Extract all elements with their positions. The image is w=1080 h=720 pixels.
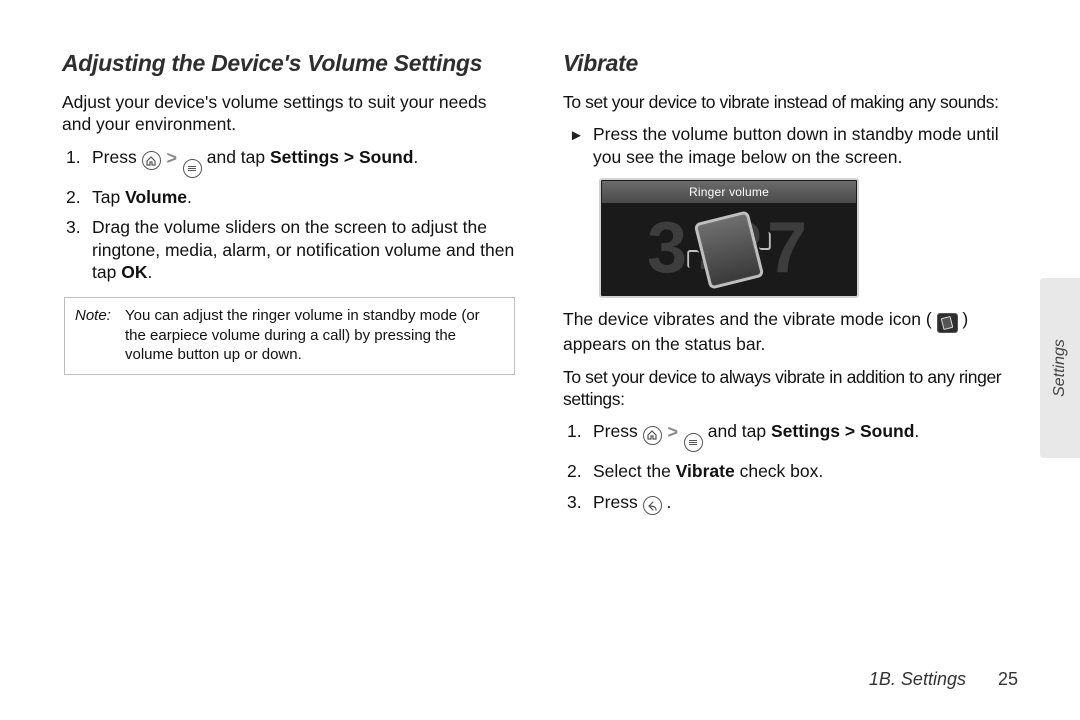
bullet-item: ► Press the volume button down in standb… bbox=[563, 123, 1018, 168]
bullet-list: ► Press the volume button down in standb… bbox=[563, 123, 1018, 168]
step-text: and tap bbox=[708, 421, 771, 441]
intro-vibrate-1: To set your device to vibrate instead of… bbox=[563, 91, 1018, 113]
ringer-volume-screenshot: Ringer volume 3 : 27 bbox=[599, 178, 859, 298]
vibrate-mode-icon bbox=[937, 313, 958, 333]
menu-icon bbox=[183, 159, 202, 178]
step-text: . bbox=[914, 421, 919, 441]
step-text: Press bbox=[92, 147, 142, 167]
step-text: Press bbox=[593, 421, 643, 441]
step-number: 2. bbox=[66, 186, 81, 208]
step-number: 1. bbox=[567, 420, 582, 442]
settings-sound-path: Settings > Sound bbox=[771, 421, 914, 441]
settings-sound-path: Settings > Sound bbox=[270, 147, 413, 167]
step-text: . bbox=[147, 262, 152, 282]
post-image-text: The device vibrates and the vibrate mode… bbox=[563, 308, 1018, 355]
step-text: and tap bbox=[207, 147, 270, 167]
step-2: 2. Tap Volume. bbox=[62, 186, 517, 208]
text-segment: The device vibrates and the vibrate mode… bbox=[563, 309, 932, 329]
left-column: Adjusting the Device's Volume Settings A… bbox=[62, 50, 517, 525]
footer-page-number: 25 bbox=[998, 669, 1018, 690]
home-icon bbox=[643, 426, 662, 445]
step-number: 1. bbox=[66, 146, 81, 168]
menu-icon bbox=[684, 433, 703, 452]
bullet-text: Press the volume button down in standby … bbox=[593, 124, 999, 166]
page-footer: 1B. Settings 25 bbox=[869, 669, 1018, 690]
step-1: 1. Press > and tap Settings > Sound. bbox=[563, 420, 1018, 452]
footer-section: 1B. Settings bbox=[869, 669, 966, 690]
step-text: Tap bbox=[92, 187, 125, 207]
right-column: Vibrate To set your device to vibrate in… bbox=[563, 50, 1018, 525]
clock-digits: 3 : 27 bbox=[601, 200, 857, 296]
note-label: Note: bbox=[75, 306, 125, 364]
steps-volume: 1. Press > and tap Settings > Sound. 2. … bbox=[62, 146, 517, 284]
step-number: 2. bbox=[567, 460, 582, 482]
breadcrumb-gt-icon: > bbox=[667, 423, 678, 441]
step-text: Press bbox=[593, 492, 643, 512]
step-1: 1. Press > and tap Settings > Sound. bbox=[62, 146, 517, 178]
intro-volume: Adjust your device's volume settings to … bbox=[62, 91, 517, 136]
step-number: 3. bbox=[66, 216, 81, 238]
vibrate-checkbox-label: Vibrate bbox=[676, 461, 735, 481]
home-icon bbox=[142, 151, 161, 170]
arrow-bullet-icon: ► bbox=[569, 126, 584, 145]
step-text: Drag the volume sliders on the screen to… bbox=[92, 217, 514, 282]
breadcrumb-gt-icon: > bbox=[166, 149, 177, 167]
step-text: . bbox=[666, 492, 671, 512]
back-icon bbox=[643, 496, 662, 515]
step-text: . bbox=[413, 147, 418, 167]
steps-vibrate: 1. Press > and tap Settings > Sound. 2. … bbox=[563, 420, 1018, 515]
ok-label: OK bbox=[121, 262, 147, 282]
note-body: You can adjust the ringer volume in stan… bbox=[125, 306, 504, 364]
step-3: 3. Press . bbox=[563, 491, 1018, 516]
step-3: 3. Drag the volume sliders on the screen… bbox=[62, 216, 517, 283]
step-number: 3. bbox=[567, 491, 582, 513]
step-text: Select the bbox=[593, 461, 676, 481]
step-text: check box. bbox=[735, 461, 824, 481]
step-2: 2. Select the Vibrate check box. bbox=[563, 460, 1018, 482]
intro-vibrate-2: To set your device to always vibrate in … bbox=[563, 366, 1018, 411]
heading-vibrate: Vibrate bbox=[563, 50, 1018, 77]
side-tab-settings: Settings bbox=[1040, 278, 1080, 458]
note-box: Note: You can adjust the ringer volume i… bbox=[64, 297, 515, 375]
volume-label: Volume bbox=[125, 187, 187, 207]
heading-volume: Adjusting the Device's Volume Settings bbox=[62, 50, 517, 77]
clock-hour: 3 bbox=[647, 207, 691, 289]
step-text: . bbox=[187, 187, 192, 207]
side-tab-label: Settings bbox=[1051, 339, 1069, 397]
